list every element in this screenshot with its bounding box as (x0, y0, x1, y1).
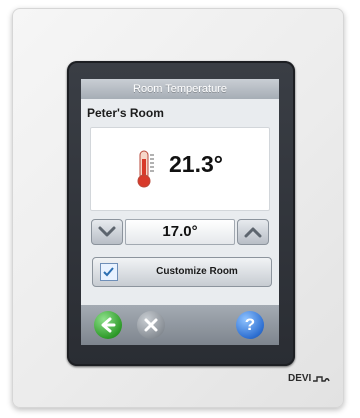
help-icon: ? (244, 315, 256, 334)
room-name: Peter's Room (87, 106, 164, 120)
close-icon (144, 318, 158, 332)
back-button[interactable] (94, 311, 122, 339)
increase-temperature-button[interactable] (237, 219, 269, 245)
setpoint-control: 17.0° (89, 217, 269, 247)
screen-title: Room Temperature (81, 79, 279, 99)
brand-logo-text: DEVI (288, 373, 312, 384)
current-temperature: 21.3° (169, 151, 223, 177)
footer-bar: ? (81, 305, 279, 345)
customize-room-button[interactable]: Customize Room (92, 257, 272, 287)
brand-wave-icon (313, 376, 330, 382)
help-button[interactable]: ? (236, 311, 264, 339)
chevron-up-icon (244, 227, 262, 238)
cancel-button[interactable] (137, 311, 165, 339)
decrease-temperature-button[interactable] (91, 219, 123, 245)
screen-content: Peter's Room 21.3° 17.0° Customize Room (81, 99, 279, 305)
chevron-down-icon (98, 226, 116, 237)
arrow-left-icon (101, 317, 116, 333)
setpoint-temperature: 17.0° (125, 219, 235, 245)
temperature-panel: 21.3° (90, 127, 270, 211)
checklist-icon (100, 263, 118, 281)
touch-screen: Room Temperature Peter's Room 21.3° 17.0… (81, 79, 279, 345)
thermometer-icon (137, 150, 154, 188)
customize-room-label: Customize Room (156, 266, 238, 277)
